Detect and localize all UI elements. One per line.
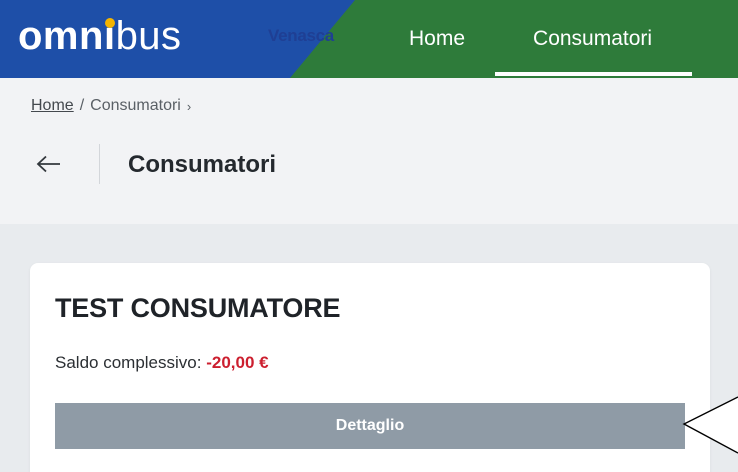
- top-header: omni bus Venasca Home Consumatori: [0, 0, 738, 78]
- logo-i: i: [104, 14, 116, 58]
- brand-area: omni bus Venasca: [0, 0, 375, 78]
- nav-home-label: Home: [409, 27, 466, 50]
- balance-value: -20,00 €: [206, 353, 269, 372]
- breadcrumb-separator: /: [79, 97, 85, 114]
- nav-item-home[interactable]: Home: [375, 0, 495, 78]
- back-button[interactable]: [34, 149, 64, 179]
- title-divider: [99, 144, 100, 184]
- nav-item-consumatori[interactable]: Consumatori: [495, 0, 693, 78]
- nav-consumatori-label: Consumatori: [533, 27, 653, 50]
- app-page: omni bus Venasca Home Consumatori Home / …: [0, 0, 738, 472]
- pointer-arrow-icon: [682, 396, 738, 454]
- page-title: Consumatori: [128, 151, 277, 178]
- balance-row: Saldo complessivo: -20,00 €: [55, 353, 269, 373]
- page-header: Home / Consumatori › Consumatori: [0, 78, 738, 224]
- consumer-card: TEST CONSUMATORE Saldo complessivo: -20,…: [30, 263, 710, 472]
- detail-button[interactable]: Dettaglio: [55, 403, 685, 449]
- main-nav: Home Consumatori: [375, 0, 693, 78]
- balance-label: Saldo complessivo:: [55, 353, 202, 372]
- omnibus-logo[interactable]: omni bus: [18, 14, 182, 58]
- consumer-name: TEST CONSUMATORE: [55, 293, 341, 323]
- logo-text-part3: bus: [115, 14, 182, 58]
- breadcrumb-chevron-icon: ›: [186, 98, 192, 114]
- arrow-left-icon: [36, 155, 60, 173]
- logo-text-part1: omn: [18, 14, 104, 58]
- breadcrumb-home-link[interactable]: Home: [31, 97, 74, 115]
- breadcrumb: Home / Consumatori ›: [31, 97, 191, 115]
- logo-dot: [104, 18, 115, 28]
- agency-name: Venasca: [268, 26, 334, 45]
- breadcrumb-current: Consumatori: [90, 97, 181, 114]
